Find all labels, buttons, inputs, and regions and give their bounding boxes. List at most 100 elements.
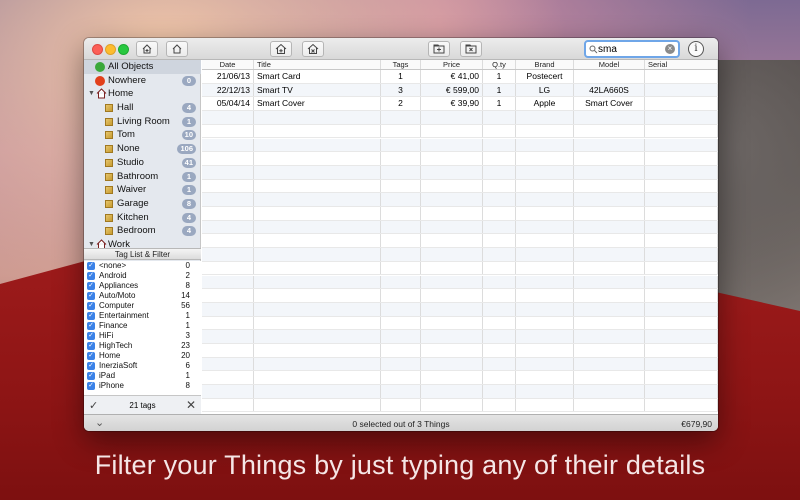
table-cell	[645, 261, 718, 275]
app-window: × i All ObjectsNowhere0▼HomeHall4Living …	[84, 38, 718, 431]
location-list[interactable]: All Objects Nowhere 0 ▼ Home Hall 4 Living Room…	[84, 60, 201, 248]
add-folder-button[interactable]	[428, 41, 450, 57]
tag-checkbox[interactable]: ✓	[87, 362, 95, 370]
table-cell	[516, 207, 574, 220]
sidebar-item-waiver[interactable]: Waiver 1	[84, 183, 201, 197]
sidebar-item-label: None	[117, 143, 140, 155]
table-cell	[516, 179, 574, 193]
empty-row	[202, 261, 718, 276]
count-badge: 1	[182, 116, 196, 127]
table-cell	[202, 179, 254, 193]
tag-checkbox[interactable]: ✓	[87, 262, 95, 270]
sidebar-item-home[interactable]: ▼ Home	[84, 87, 201, 101]
table-body[interactable]: 21/06/13 Smart Card 1 € 41,00 1 Postecert 22/1…	[202, 70, 718, 414]
box-icon	[105, 145, 113, 154]
table-cell	[202, 193, 254, 206]
remove-folder-button[interactable]	[460, 41, 482, 57]
tag-checkbox[interactable]: ✓	[87, 322, 95, 330]
table-cell	[421, 344, 483, 357]
column-header-price[interactable]: Price	[421, 60, 483, 69]
disclosure-triangle-icon[interactable]: ▼	[88, 238, 95, 248]
uncheck-all-icon[interactable]: ✕	[186, 398, 196, 412]
sidebar-item-tom[interactable]: Tom 10	[84, 128, 201, 142]
remove-location-button[interactable]	[302, 41, 324, 57]
table-cell	[381, 138, 421, 152]
things-table[interactable]: Date Title Tags Price Q.ty Brand Model Serial 2…	[202, 60, 718, 414]
sidebar-item-hall[interactable]: Hall 4	[84, 101, 201, 115]
tag-checkbox[interactable]: ✓	[87, 282, 95, 290]
minimize-window-button[interactable]	[105, 44, 116, 55]
tag-name: Computer	[99, 301, 135, 310]
column-header-date[interactable]: Date	[202, 60, 254, 69]
tag-list[interactable]: ✓ <none> 0 ✓ Android 2 ✓ Appliances 8 ✓ Auto/Moto 1…	[84, 261, 201, 395]
remove-location-icon	[307, 43, 319, 54]
remove-folder-icon	[465, 44, 477, 54]
house-icon	[96, 88, 107, 99]
column-header-brand[interactable]: Brand	[516, 60, 574, 69]
table-cell	[516, 124, 574, 138]
tag-checkbox[interactable]: ✓	[87, 372, 95, 380]
tag-checkbox[interactable]: ✓	[87, 292, 95, 300]
table-cell	[421, 261, 483, 275]
sidebar-item-work[interactable]: ▼ Work	[84, 238, 201, 248]
tag-checkbox[interactable]: ✓	[87, 382, 95, 390]
table-cell	[645, 302, 718, 316]
column-header-model[interactable]: Model	[574, 60, 645, 69]
tag-checkbox[interactable]: ✓	[87, 342, 95, 350]
table-cell	[483, 248, 516, 261]
table-cell: LG	[516, 83, 574, 97]
sidebar-item-living-room[interactable]: Living Room 1	[84, 115, 201, 129]
empty-row	[202, 193, 718, 207]
table-cell	[483, 179, 516, 193]
sidebar-item-all-objects[interactable]: All Objects	[84, 60, 201, 74]
table-cell	[574, 234, 645, 248]
tag-checkbox[interactable]: ✓	[87, 312, 95, 320]
table-cell	[421, 275, 483, 289]
table-cell: 21/06/13	[202, 70, 254, 83]
tag-checkbox[interactable]: ✓	[87, 352, 95, 360]
close-window-button[interactable]	[92, 44, 103, 55]
table-row[interactable]: 05/04/14 Smart Cover 2 € 39,90 1 Apple Smart C…	[202, 97, 718, 112]
disclosure-triangle-icon[interactable]: ▼	[88, 87, 95, 101]
tag-checkbox[interactable]: ✓	[87, 272, 95, 280]
table-cell: € 599,00	[421, 83, 483, 97]
tag-checkbox[interactable]: ✓	[87, 302, 95, 310]
sidebar-item-garage[interactable]: Garage 8	[84, 197, 201, 211]
home-button[interactable]	[166, 41, 188, 57]
clear-search-icon[interactable]: ×	[665, 44, 675, 54]
table-cell	[202, 330, 254, 343]
table-row[interactable]: 22/12/13 Smart TV 3 € 599,00 1 LG 42LA660S	[202, 83, 718, 98]
table-cell	[574, 344, 645, 357]
table-cell	[645, 330, 718, 343]
sidebar-item-none[interactable]: None 106	[84, 142, 201, 156]
add-location-button[interactable]	[270, 41, 292, 57]
column-header-qty[interactable]: Q.ty	[483, 60, 516, 69]
add-thing-icon	[142, 44, 152, 54]
sidebar-item-bedroom[interactable]: Bedroom 4	[84, 224, 201, 238]
table-cell	[574, 248, 645, 261]
sidebar-item-kitchen[interactable]: Kitchen 4	[84, 211, 201, 225]
table-cell	[483, 302, 516, 316]
table-cell	[516, 111, 574, 124]
sidebar-item-label: Studio	[117, 156, 144, 168]
table-cell	[254, 261, 381, 275]
count-badge: 8	[182, 198, 196, 209]
zoom-window-button[interactable]	[118, 44, 129, 55]
info-button[interactable]: i	[688, 41, 704, 57]
search-input[interactable]	[598, 43, 660, 55]
sidebar-item-nowhere[interactable]: Nowhere 0	[84, 74, 201, 88]
table-row[interactable]: 21/06/13 Smart Card 1 € 41,00 1 Postecert	[202, 70, 718, 84]
table-cell	[645, 344, 718, 357]
table-cell	[645, 385, 718, 398]
column-header-title[interactable]: Title	[254, 60, 381, 69]
sidebar-item-bathroom[interactable]: Bathroom 1	[84, 170, 201, 184]
sidebar-item-studio[interactable]: Studio 41	[84, 156, 201, 170]
table-cell	[202, 261, 254, 275]
search-field[interactable]: ×	[584, 40, 680, 58]
table-cell	[483, 330, 516, 343]
add-thing-button[interactable]	[136, 41, 158, 57]
column-header-tags[interactable]: Tags	[381, 60, 421, 69]
table-cell	[483, 152, 516, 165]
column-header-serial[interactable]: Serial	[645, 60, 718, 69]
tag-checkbox[interactable]: ✓	[87, 332, 95, 340]
